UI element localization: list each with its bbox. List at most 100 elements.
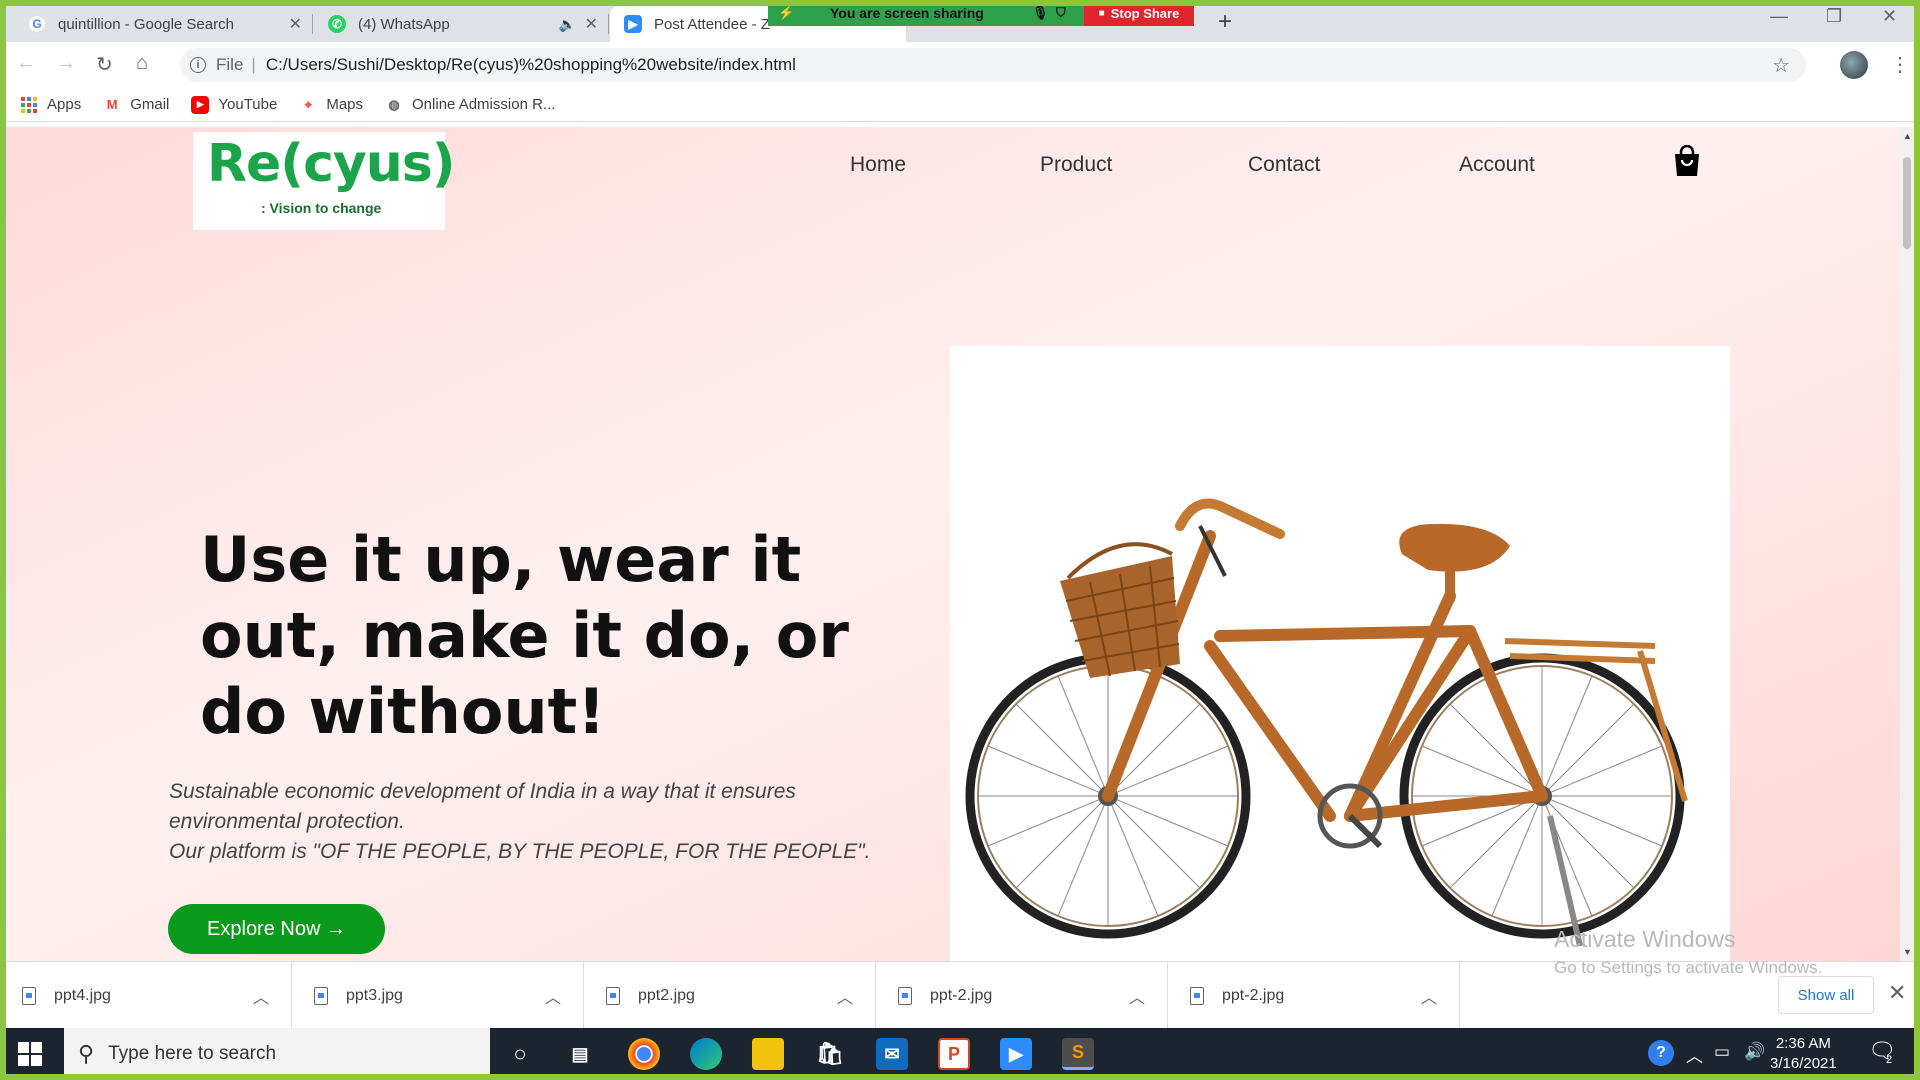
powerpoint-icon[interactable]: P: [938, 1038, 970, 1070]
bookmark-label: Apps: [47, 96, 82, 113]
nav-contact[interactable]: Contact: [1248, 153, 1320, 177]
explore-now-button[interactable]: Explore Now →: [168, 904, 385, 954]
maps-icon: ⌖: [304, 96, 312, 112]
nav-home[interactable]: Home: [850, 153, 906, 177]
download-item[interactable]: ppt4.jpg ︿: [0, 962, 292, 1029]
mail-icon[interactable]: ✉: [876, 1038, 908, 1070]
chevron-up-icon[interactable]: ︿: [1129, 984, 1145, 1008]
bookmark-maps[interactable]: ⌖ Maps: [299, 96, 363, 114]
volume-icon[interactable]: 🔊: [1744, 1042, 1765, 1062]
file-explorer-icon[interactable]: [752, 1038, 784, 1070]
cortana-icon[interactable]: ○: [504, 1038, 536, 1070]
profile-avatar[interactable]: [1840, 51, 1868, 79]
windows-taskbar: ⚲ Type here to search ○ ▤ 🛍 ✉ P ▶ S ? ︿ …: [0, 1028, 1920, 1080]
mic-icon[interactable]: 🎙: [1032, 5, 1049, 21]
home-icon[interactable]: ⌂: [136, 52, 148, 75]
url-text[interactable]: C:/Users/Sushi/Desktop/Re(cyus)%20shoppi…: [266, 55, 796, 75]
taskbar-search-placeholder: Type here to search: [108, 1043, 277, 1064]
chrome-icon[interactable]: [628, 1038, 660, 1070]
tab-whatsapp[interactable]: ✆ (4) WhatsApp 🔈 ✕: [314, 6, 608, 42]
nav-product[interactable]: Product: [1040, 153, 1112, 177]
zoom-app-icon[interactable]: ▶: [1000, 1038, 1032, 1070]
bookmark-youtube[interactable]: ▶ YouTube: [191, 95, 278, 114]
bookmarks-bar: Apps M Gmail ▶ YouTube ⌖ Maps ◍ Online A…: [0, 88, 1920, 122]
chevron-up-icon[interactable]: ︿: [837, 984, 853, 1008]
back-icon[interactable]: ←: [16, 52, 36, 75]
chevron-up-icon[interactable]: ︿: [253, 984, 269, 1008]
edge-icon[interactable]: [690, 1038, 722, 1070]
notification-count: 2: [1886, 1054, 1893, 1066]
hero-subtitle-line-2: Our platform is "OF THE PEOPLE, BY THE P…: [169, 840, 871, 863]
image-file-icon: [898, 986, 912, 1005]
address-bar[interactable]: i File | C:/Users/Sushi/Desktop/Re(cyus)…: [180, 48, 1806, 82]
restore-icon[interactable]: ❐: [1826, 6, 1842, 27]
close-icon[interactable]: ✕: [289, 14, 302, 34]
download-item[interactable]: ppt-2.jpg ︿: [876, 962, 1168, 1029]
menu-icon[interactable]: ⋮: [1890, 52, 1910, 77]
battery-icon[interactable]: ▭: [1714, 1042, 1730, 1062]
clock-time: 2:36 AM: [1775, 1035, 1831, 1052]
download-item[interactable]: ppt-2.jpg ︿: [1168, 962, 1460, 1029]
download-item[interactable]: ppt2.jpg ︿: [584, 962, 876, 1029]
share-status: You are screen sharing: [830, 5, 984, 21]
browser-toolbar: ← → ↻ ⌂ i File | C:/Users/Sushi/Desktop/…: [0, 42, 1920, 88]
forward-icon[interactable]: →: [56, 52, 76, 75]
task-view-icon[interactable]: ▤: [564, 1038, 596, 1070]
divider: |: [251, 55, 256, 74]
bookmark-gmail[interactable]: M Gmail: [103, 96, 170, 114]
mute-icon[interactable]: 🔈: [559, 16, 576, 33]
new-tab-button[interactable]: +: [1218, 8, 1232, 36]
nav-account[interactable]: Account: [1459, 153, 1535, 177]
tab-separator: [312, 14, 313, 34]
scroll-down-icon[interactable]: ▼: [1903, 947, 1912, 957]
activate-subtitle: Go to Settings to activate Windows.: [1554, 958, 1823, 977]
close-icon[interactable]: ✕: [1888, 980, 1906, 1006]
chevron-up-icon[interactable]: ︿: [1686, 1042, 1703, 1067]
image-file-icon: [1190, 986, 1204, 1005]
download-filename: ppt3.jpg: [346, 986, 403, 1004]
windows-start-icon[interactable]: [18, 1042, 42, 1066]
taskbar-search-box[interactable]: ⚲ Type here to search: [64, 1028, 490, 1080]
gmail-icon: M: [106, 97, 118, 112]
chevron-up-icon[interactable]: ︿: [1421, 984, 1437, 1008]
image-file-icon: [22, 986, 36, 1005]
scrollbar-thumb[interactable]: [1903, 157, 1911, 249]
bookmark-star-icon[interactable]: ☆: [1772, 53, 1790, 78]
bookmark-apps[interactable]: Apps: [20, 96, 81, 114]
zoom-icon: ▶: [624, 15, 642, 33]
minimize-icon[interactable]: —: [1770, 6, 1788, 27]
scroll-up-icon[interactable]: ▲: [1903, 131, 1912, 141]
tab-title: Post Attendee - Z: [654, 15, 770, 33]
system-clock[interactable]: 2:36 AM 3/16/2021: [1770, 1034, 1837, 1074]
store-icon[interactable]: 🛍: [814, 1038, 846, 1070]
close-icon[interactable]: ✕: [585, 14, 598, 34]
chevron-up-icon[interactable]: ︿: [545, 984, 561, 1008]
activate-windows-watermark: Activate Windows Go to Settings to activ…: [1554, 926, 1822, 978]
shopping-bag-icon[interactable]: [1672, 144, 1702, 177]
page-scrollbar[interactable]: ▲ ▼: [1900, 127, 1914, 961]
bookmark-label: Online Admission R...: [412, 96, 556, 113]
apps-grid-icon: [20, 96, 38, 114]
bookmark-online-admission[interactable]: ◍ Online Admission R...: [385, 96, 555, 114]
help-icon[interactable]: ?: [1648, 1040, 1674, 1066]
image-file-icon: [314, 986, 328, 1005]
hero-title: Use it up, wear it out, make it do, or d…: [200, 523, 849, 748]
logo-brand: Re(cyus): [207, 134, 456, 194]
youtube-icon: ▶: [191, 95, 210, 114]
sublime-text-icon[interactable]: S: [1062, 1038, 1094, 1070]
close-window-icon[interactable]: ✕: [1882, 6, 1897, 27]
reload-icon[interactable]: ↻: [96, 52, 113, 77]
bookmark-label: YouTube: [218, 96, 278, 113]
info-icon[interactable]: i: [190, 57, 206, 73]
site-logo[interactable]: Re(cyus) : Vision to change: [193, 132, 456, 230]
tab-google-search[interactable]: G quintillion - Google Search ✕: [14, 6, 312, 42]
shield-icon: ⛉: [1056, 5, 1066, 20]
hero-subtitle-line-1: Sustainable economic development of Indi…: [169, 780, 796, 833]
download-item[interactable]: ppt3.jpg ︿: [292, 962, 584, 1029]
google-icon: G: [28, 15, 46, 33]
stop-share-button[interactable]: ■ Stop Share: [1084, 0, 1194, 26]
show-all-button[interactable]: Show all: [1778, 976, 1874, 1014]
tab-separator: [608, 14, 609, 34]
whatsapp-icon: ✆: [328, 15, 346, 33]
share-icon: ⚡: [778, 5, 795, 20]
